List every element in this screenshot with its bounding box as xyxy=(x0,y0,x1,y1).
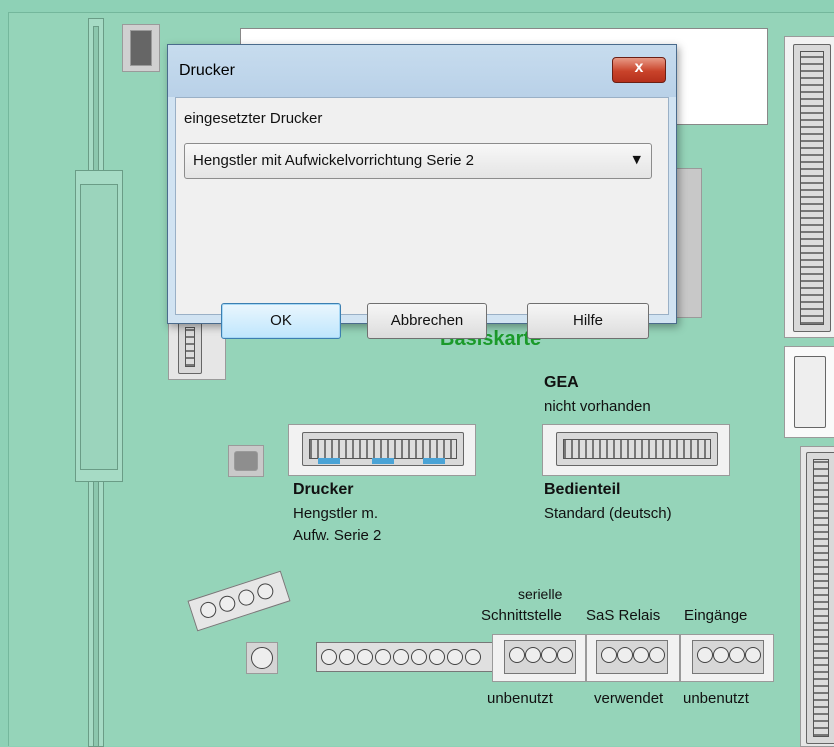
gea-label: GEA xyxy=(544,374,579,391)
ok-button[interactable]: OK xyxy=(221,303,341,339)
gea-status: nicht vorhanden xyxy=(544,398,651,415)
dialog-client: eingesetzter Drucker Hengstler mit Aufwi… xyxy=(175,97,669,339)
printer-dialog: Drucker x eingesetzter Drucker Hengstler… xyxy=(167,44,677,339)
drucker-connector-highlight-1 xyxy=(318,458,340,464)
bedienteil-label: Bedienteil xyxy=(544,481,621,498)
help-button[interactable]: Hilfe xyxy=(527,303,649,339)
right-bottom-connector xyxy=(806,452,834,744)
drucker-connector-highlight-3 xyxy=(423,458,445,464)
left-slot-inner xyxy=(80,184,118,470)
right-top-connector xyxy=(793,44,831,332)
chevron-down-icon: ▼ xyxy=(632,153,641,166)
long-terminal-strip xyxy=(316,642,494,672)
bedienteil-connector[interactable] xyxy=(556,432,718,466)
drucker-connector-highlight-2 xyxy=(372,458,394,464)
port-seriell-line1: serielle xyxy=(518,586,563,602)
top-chip-inner xyxy=(130,30,152,66)
bedienteil-value: Standard (deutsch) xyxy=(544,505,672,522)
round-switch-dial xyxy=(251,647,273,669)
port-relais-terminal[interactable] xyxy=(596,640,668,674)
drucker-line2: Aufw. Serie 2 xyxy=(293,527,382,544)
gray-block xyxy=(674,168,702,318)
cancel-button[interactable]: Abbrechen xyxy=(367,303,487,339)
printer-select[interactable]: Hengstler mit Aufwickelvorrichtung Serie… xyxy=(184,143,652,179)
right-mid-connector xyxy=(794,356,826,428)
port-seriell-line2: Schnittstelle xyxy=(481,607,562,624)
dialog-title: Drucker xyxy=(179,62,236,79)
status-eingaenge: unbenutzt xyxy=(683,690,749,707)
status-relais: verwendet xyxy=(594,690,664,707)
printer-select-value: Hengstler mit Aufwickelvorrichtung Serie… xyxy=(193,152,474,169)
small-left-connector-pins xyxy=(178,320,202,374)
status-seriell: unbenutzt xyxy=(487,690,553,707)
small-square-inner xyxy=(234,451,258,471)
port-seriell-terminal[interactable] xyxy=(504,640,576,674)
port-eingaenge-terminal[interactable] xyxy=(692,640,764,674)
port-sas-relais: SaS Relais xyxy=(586,607,661,624)
close-icon: x xyxy=(634,59,644,76)
close-button[interactable]: x xyxy=(612,57,666,83)
port-eingaenge: Eingänge xyxy=(684,607,748,624)
drucker-label: Drucker xyxy=(293,481,354,498)
dialog-titlebar[interactable]: Drucker x xyxy=(168,45,676,97)
printer-caption: eingesetzter Drucker xyxy=(184,110,323,127)
drucker-line1: Hengstler m. xyxy=(293,505,379,522)
